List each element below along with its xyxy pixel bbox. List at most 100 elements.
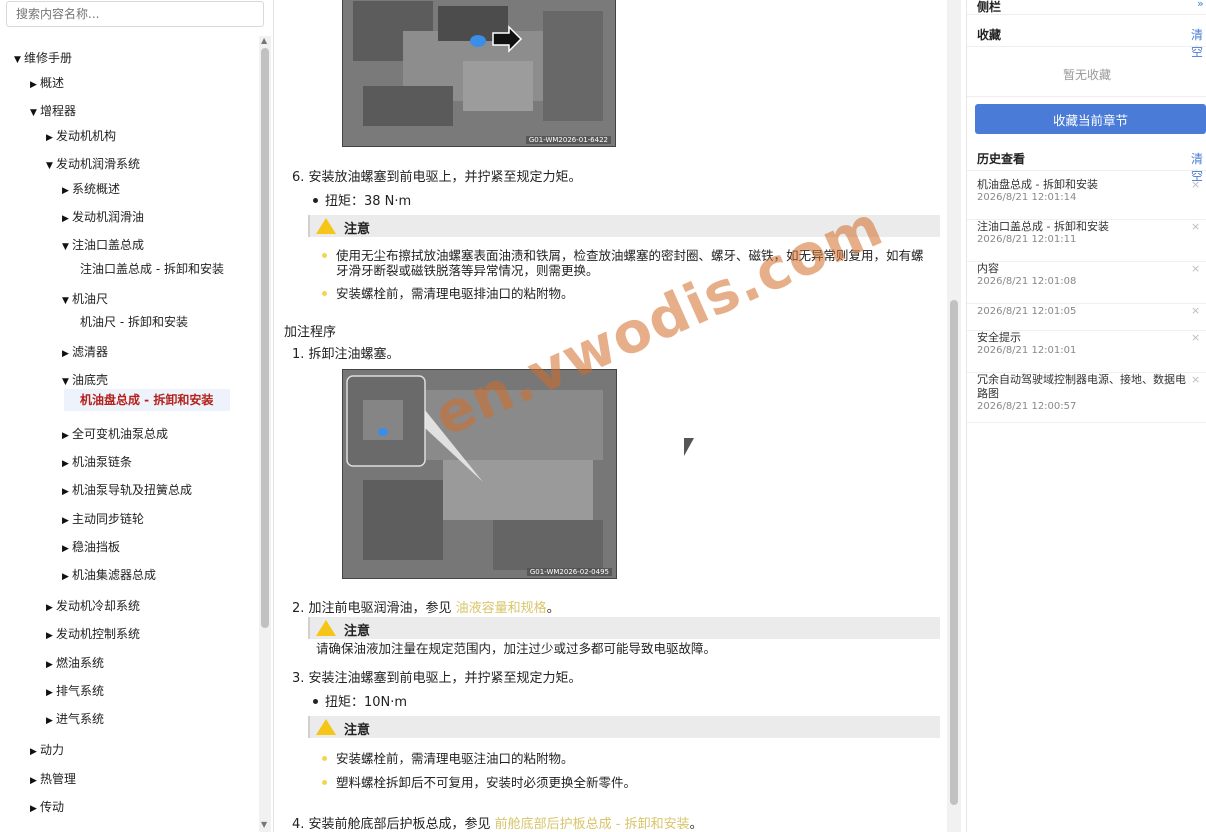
favorite-chapter-button[interactable]: 收藏当前章节: [975, 104, 1206, 134]
tree-item[interactable]: ▶ 动力: [30, 742, 64, 760]
close-icon[interactable]: ×: [1191, 262, 1200, 275]
tree-item[interactable]: ▶ 全可变机油泵总成: [62, 426, 168, 444]
close-icon[interactable]: ×: [1191, 220, 1200, 233]
caret-right-icon[interactable]: ▶: [62, 183, 72, 199]
close-icon[interactable]: ×: [1191, 331, 1200, 344]
figure-code: G01-WM2026-02-0495: [526, 568, 612, 576]
tree-item[interactable]: ▶ 主动同步链轮: [62, 511, 144, 529]
rear-guard-link[interactable]: 前舱底部后护板总成 - 拆卸和安装: [495, 817, 690, 832]
notice-label: 注意: [344, 624, 371, 639]
tree-item[interactable]: 机油尺 - 拆卸和安装: [80, 314, 188, 330]
tree-item[interactable]: ▶ 机油泵链条: [62, 454, 132, 472]
tree-item[interactable]: ▶ 进气系统: [46, 711, 104, 729]
fill-step-4-text: 4. 安装前舱底部后护板总成，参见: [292, 817, 495, 832]
tree-item-label: 系统概述: [72, 182, 121, 196]
tree-item[interactable]: ▼ 维修手册: [14, 50, 72, 68]
caret-down-icon[interactable]: ▼: [62, 293, 72, 309]
divider: [967, 170, 1206, 171]
caret-right-icon[interactable]: ▶: [46, 600, 56, 616]
content-scrollbar-thumb[interactable]: [950, 300, 958, 805]
panel-title: 侧栏: [977, 0, 1002, 14]
history-item[interactable]: 2026/8/21 12:01:05 ×: [967, 304, 1206, 331]
caret-right-icon[interactable]: ▶: [46, 713, 56, 729]
warning-icon: [316, 218, 336, 234]
history-item[interactable]: 安全提示 2026/8/21 12:01:01 ×: [967, 331, 1206, 373]
tree-item[interactable]: 注油口盖总成 - 拆卸和安装: [80, 261, 224, 277]
caret-down-icon[interactable]: ▼: [46, 158, 56, 174]
caret-right-icon[interactable]: ▶: [62, 569, 72, 585]
tree-item-label: 传动: [40, 800, 65, 814]
fluid-spec-link[interactable]: 油液容量和规格: [456, 601, 547, 616]
caret-right-icon[interactable]: ▶: [62, 513, 72, 529]
caret-right-icon[interactable]: ▶: [62, 456, 72, 472]
tree-item[interactable]: ▶ 燃油系统: [46, 655, 104, 673]
content-scrollbar[interactable]: [947, 0, 961, 832]
history-item[interactable]: 冗余自动驾驶域控制器电源、接地、数据电路图 2026/8/21 12:00:57 ×: [967, 373, 1206, 423]
caret-down-icon[interactable]: ▼: [62, 374, 72, 390]
close-icon[interactable]: ×: [1191, 373, 1200, 386]
tree-item-label: 发动机润滑油: [72, 210, 145, 224]
tree-item-label: 维修手册: [24, 51, 73, 65]
tree-item-label: 概述: [40, 76, 65, 90]
bullet-icon: [322, 780, 327, 785]
close-icon[interactable]: ×: [1191, 304, 1200, 317]
caret-down-icon[interactable]: ▼: [14, 52, 24, 68]
tree-item[interactable]: ▶ 发动机润滑油: [62, 209, 144, 227]
notice-text: 安装螺栓前，需清理电驱排油口的粘附物。: [336, 286, 574, 301]
notice-item: 安装螺栓前，需清理电驱注油口的粘附物。: [322, 751, 574, 766]
tree-item-active[interactable]: 机油盘总成 - 拆卸和安装: [64, 389, 230, 411]
caret-right-icon[interactable]: ▶: [30, 744, 40, 760]
tree-item[interactable]: ▶ 稳油挡板: [62, 539, 120, 557]
history-item-date: 2026/8/21 12:00:57: [977, 401, 1077, 412]
tree-item[interactable]: ▶ 发动机机构: [46, 128, 116, 146]
tree-item[interactable]: ▶ 发动机冷却系统: [46, 598, 140, 616]
bullet-icon: [322, 253, 327, 258]
tree-item[interactable]: ▶ 热管理: [30, 771, 76, 789]
tree-item[interactable]: ▼ 机油尺: [62, 291, 108, 309]
favorites-empty: 暂无收藏: [1062, 68, 1111, 82]
caret-down-icon[interactable]: ▼: [30, 105, 40, 121]
torque-text: 扭矩：38 N·m: [325, 194, 412, 209]
tree-item[interactable]: ▼ 增程器: [30, 103, 76, 121]
scroll-up-icon[interactable]: ▲: [261, 36, 267, 45]
caret-right-icon[interactable]: ▶: [62, 346, 72, 362]
notice-text: 安装螺栓前，需清理电驱注油口的粘附物。: [336, 751, 574, 766]
tree-item[interactable]: ▶ 概述: [30, 75, 64, 93]
history-item[interactable]: 内容 2026/8/21 12:01:08 ×: [967, 262, 1206, 304]
main-content: G01-WM2026-01-6422 6. 安装放油螺塞到前电驱上，并拧紧至规定…: [275, 0, 947, 832]
caret-right-icon[interactable]: ▶: [62, 484, 72, 500]
tree-item[interactable]: ▶ 滤清器: [62, 344, 108, 362]
caret-right-icon[interactable]: ▶: [30, 801, 40, 817]
caret-right-icon[interactable]: ▶: [46, 685, 56, 701]
tree-item[interactable]: ▶ 机油泵导轨及扭簧总成: [62, 482, 192, 500]
tree-item[interactable]: ▶ 排气系统: [46, 683, 104, 701]
close-icon[interactable]: ×: [1191, 178, 1200, 191]
tree-item[interactable]: ▼ 发动机润滑系统: [46, 156, 140, 174]
caret-right-icon[interactable]: ▶: [46, 130, 56, 146]
caret-right-icon[interactable]: ▶: [46, 657, 56, 673]
scroll-down-icon[interactable]: ▼: [261, 820, 267, 829]
notice-item: 安装螺栓前，需清理电驱排油口的粘附物。: [322, 286, 574, 301]
tree-item[interactable]: ▶ 传动: [30, 799, 64, 817]
caret-right-icon[interactable]: ▶: [30, 773, 40, 789]
bullet-icon: [322, 291, 327, 296]
tree-item[interactable]: ▼ 油底壳: [62, 372, 108, 390]
history-item[interactable]: 注油口盖总成 - 拆卸和安装 2026/8/21 12:01:11 ×: [967, 220, 1206, 262]
history-item[interactable]: 机油盘总成 - 拆卸和安装 2026/8/21 12:01:14 ×: [967, 178, 1206, 220]
favorites-clear-button[interactable]: 清空: [1191, 26, 1206, 60]
search-input[interactable]: [6, 1, 264, 27]
sidebar-scrollbar[interactable]: ▲ ▼: [259, 36, 271, 832]
tree-item[interactable]: ▶ 发动机控制系统: [46, 626, 140, 644]
history-item-date: 2026/8/21 12:01:14: [977, 192, 1077, 203]
caret-right-icon[interactable]: ▶: [46, 628, 56, 644]
tree-item[interactable]: ▶ 系统概述: [62, 181, 120, 199]
caret-right-icon[interactable]: ▶: [62, 211, 72, 227]
caret-right-icon[interactable]: ▶: [62, 541, 72, 557]
caret-right-icon[interactable]: ▶: [30, 77, 40, 93]
sidebar-scrollbar-thumb[interactable]: [261, 48, 269, 628]
collapse-icon[interactable]: »: [1197, 0, 1204, 10]
tree-item[interactable]: ▼ 注油口盖总成: [62, 237, 144, 255]
caret-down-icon[interactable]: ▼: [62, 239, 72, 255]
tree-item[interactable]: ▶ 机油集滤器总成: [62, 567, 156, 585]
caret-right-icon[interactable]: ▶: [62, 428, 72, 444]
